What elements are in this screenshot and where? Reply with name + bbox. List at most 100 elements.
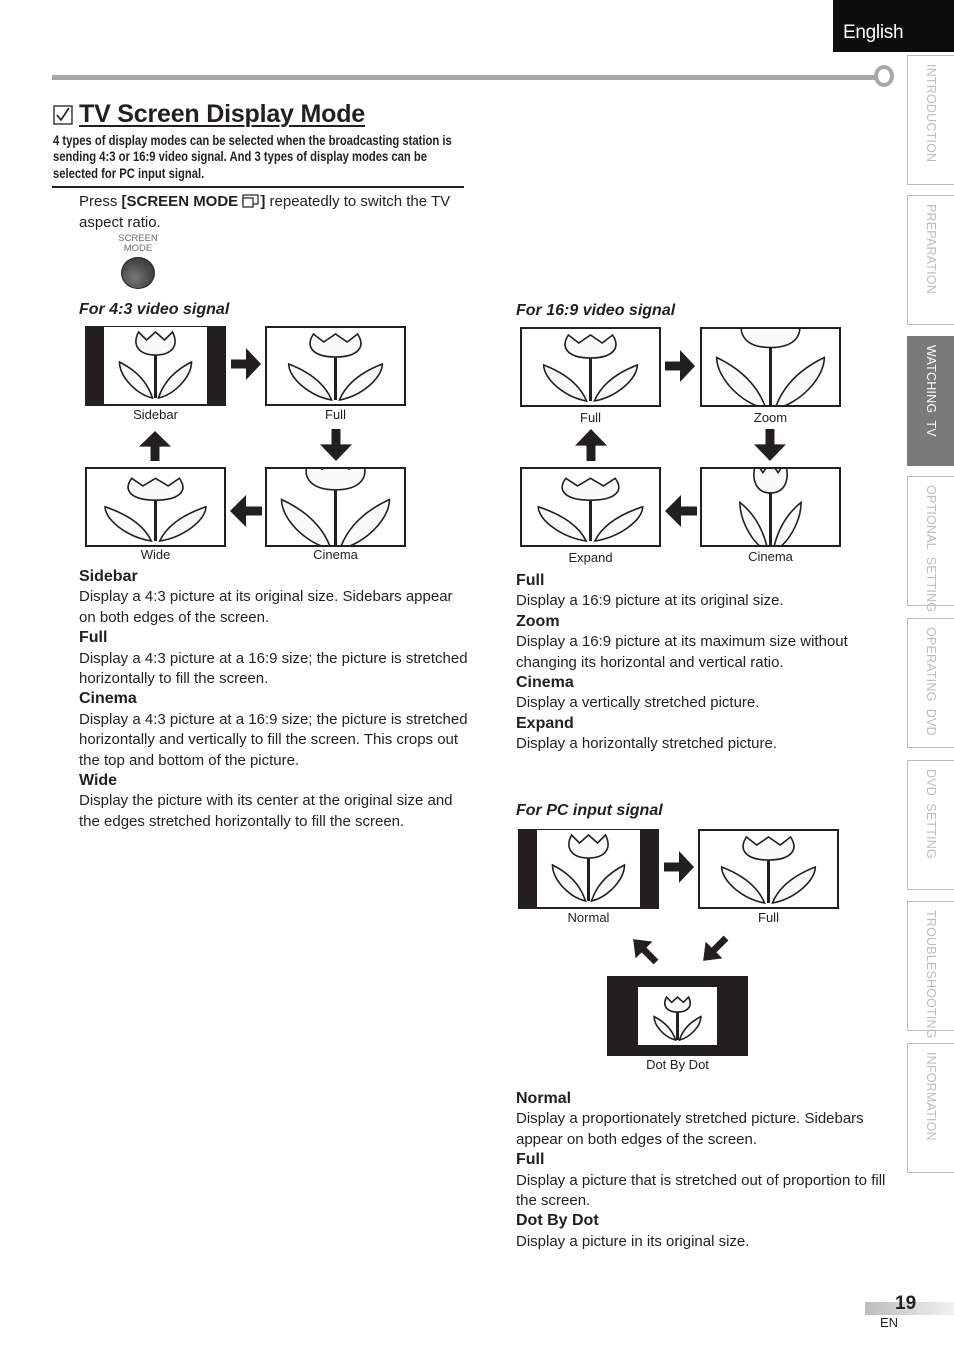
description-text: Display a 4:3 picture at a 16:9 size; th… bbox=[79, 710, 468, 769]
description-term: Cinema bbox=[79, 690, 137, 708]
intro-divider bbox=[52, 186, 464, 188]
side-tab-optional-setting[interactable]: OPTIONAL SETTING bbox=[907, 476, 954, 612]
description-term: Wide bbox=[79, 772, 118, 790]
checkbox-checked-icon bbox=[53, 104, 73, 125]
screen-169-full bbox=[520, 327, 661, 407]
side-tab-troubleshooting[interactable]: TROUBLESHOOTING bbox=[907, 901, 954, 1039]
side-tab-preparation[interactable]: PREPARATION bbox=[907, 195, 954, 325]
arrow-down-icon bbox=[320, 429, 352, 461]
instruction-text: Press [SCREEN MODE ] repeatedly to switc… bbox=[79, 191, 469, 233]
side-tab-label: PREPARATION bbox=[924, 204, 938, 294]
arrow-right-icon bbox=[664, 851, 694, 883]
description-text: Display a vertically stretched picture. bbox=[516, 694, 760, 712]
description-term: Cinema bbox=[516, 674, 574, 692]
caption-43-full: Full bbox=[325, 407, 346, 422]
description-term: Full bbox=[516, 1151, 545, 1169]
caption-169-cinema: Cinema bbox=[748, 549, 793, 564]
caption-169-expand: Expand bbox=[568, 550, 613, 565]
screen-43-full bbox=[265, 326, 406, 406]
tulip-illustration bbox=[607, 976, 748, 1056]
caption-169-zoom: Zoom bbox=[753, 410, 788, 425]
tulip-illustration bbox=[700, 327, 841, 407]
tulip-illustration bbox=[520, 327, 661, 407]
section-heading-pc: For PC input signal bbox=[516, 802, 663, 819]
arrow-shape bbox=[633, 939, 659, 965]
tulip-illustration bbox=[265, 467, 406, 547]
arrow-shape bbox=[575, 429, 607, 461]
header-rule bbox=[52, 75, 878, 80]
screen-pc-dot-by-dot bbox=[607, 976, 748, 1056]
caption-169-full: Full bbox=[580, 410, 601, 425]
screen-mode-icon bbox=[242, 194, 259, 208]
side-tab-dvd-setting[interactable]: DVD SETTING bbox=[907, 760, 954, 890]
description-text: Display a proportionately stretched pict… bbox=[516, 1110, 864, 1148]
tulip-illustration bbox=[520, 467, 661, 547]
side-tab-label: DVD SETTING bbox=[924, 769, 938, 859]
arrow-left-icon bbox=[230, 495, 262, 527]
section-heading-43: For 4:3 video signal bbox=[79, 301, 230, 318]
section-heading-169: For 16:9 video signal bbox=[516, 302, 676, 319]
arrow-shape bbox=[754, 429, 786, 461]
tulip-illustration bbox=[265, 326, 406, 406]
description-text: Display a 16:9 picture at its maximum si… bbox=[516, 633, 848, 671]
arrow-shape bbox=[665, 495, 697, 527]
description-text: Display a horizontally stretched picture… bbox=[516, 735, 777, 753]
description-text: Display the picture with its center at t… bbox=[79, 792, 453, 830]
tulip-flower bbox=[135, 330, 176, 356]
screen-pc-full bbox=[698, 829, 839, 909]
description-term: Dot By Dot bbox=[516, 1212, 599, 1230]
caption-43-cinema: Cinema bbox=[313, 547, 358, 562]
side-tab-information[interactable]: INFORMATION bbox=[907, 1043, 954, 1173]
tulip-illustration bbox=[700, 467, 841, 547]
side-tab-introduction[interactable]: INTRODUCTION bbox=[907, 55, 954, 185]
caption-43-sidebar: Sidebar bbox=[133, 407, 178, 422]
tulip-illustration bbox=[698, 829, 839, 909]
arrow-down-left-icon bbox=[703, 935, 729, 961]
arrow-shape bbox=[703, 935, 729, 961]
arrow-right-icon bbox=[231, 348, 261, 380]
screen-pc-normal bbox=[518, 829, 659, 909]
descriptions-169: Full Display a 16:9 picture at its origin… bbox=[516, 571, 896, 755]
arrow-up-icon bbox=[575, 429, 607, 461]
side-tab-operating-dvd[interactable]: OPERATING DVD bbox=[907, 618, 954, 748]
page-title-row: TV Screen Display Mode bbox=[53, 100, 365, 129]
description-text: Display a 4:3 picture at its original si… bbox=[79, 588, 453, 626]
screen-169-cinema bbox=[700, 467, 841, 547]
tulip-illustration bbox=[85, 326, 226, 406]
page-title: TV Screen Display Mode bbox=[79, 100, 365, 128]
tulip-flower bbox=[664, 995, 691, 1013]
caption-43-wide: Wide bbox=[140, 547, 171, 562]
screen-mode-button-illustration bbox=[121, 257, 155, 289]
tulip-flower bbox=[309, 332, 362, 358]
descriptions-43: Sidebar Display a 4:3 picture at its orig… bbox=[79, 567, 469, 832]
tulip-flower bbox=[564, 333, 617, 359]
description-text: Display a 4:3 picture at a 16:9 size; th… bbox=[79, 649, 468, 688]
arrow-shape bbox=[665, 350, 695, 382]
side-tab-label: OPTIONAL SETTING bbox=[924, 485, 938, 613]
button-label-line: MODE bbox=[123, 242, 153, 254]
arrow-shape bbox=[230, 495, 262, 527]
arrow-shape bbox=[320, 429, 352, 461]
arrow-up-icon bbox=[139, 431, 171, 461]
tulip-flower bbox=[561, 477, 620, 501]
instruction-prefix: Press bbox=[79, 193, 122, 210]
arrow-up-left-icon bbox=[633, 939, 659, 965]
arrow-shape bbox=[231, 348, 261, 380]
arrow-right-icon bbox=[665, 350, 695, 382]
tulip-illustration bbox=[85, 467, 226, 547]
side-tab-label: INTRODUCTION bbox=[924, 64, 938, 163]
description-text: Display a picture that is stretched out … bbox=[516, 1171, 886, 1210]
tulip-flower bbox=[568, 833, 609, 859]
description-term: Full bbox=[516, 572, 545, 589]
screen-43-cinema bbox=[265, 467, 406, 547]
language-tab[interactable]: English bbox=[833, 0, 954, 52]
screen-43-sidebar bbox=[85, 326, 226, 406]
tulip-illustration bbox=[518, 829, 659, 909]
screen-169-zoom bbox=[700, 327, 841, 407]
side-tab-label: WATCHING TV bbox=[924, 345, 938, 437]
arrow-shape bbox=[664, 851, 694, 883]
description-term: Sidebar bbox=[79, 568, 138, 585]
side-tab-label: INFORMATION bbox=[924, 1052, 938, 1141]
side-tab-watching-tv[interactable]: WATCHING TV bbox=[907, 336, 954, 466]
arrow-down-icon bbox=[754, 429, 786, 461]
